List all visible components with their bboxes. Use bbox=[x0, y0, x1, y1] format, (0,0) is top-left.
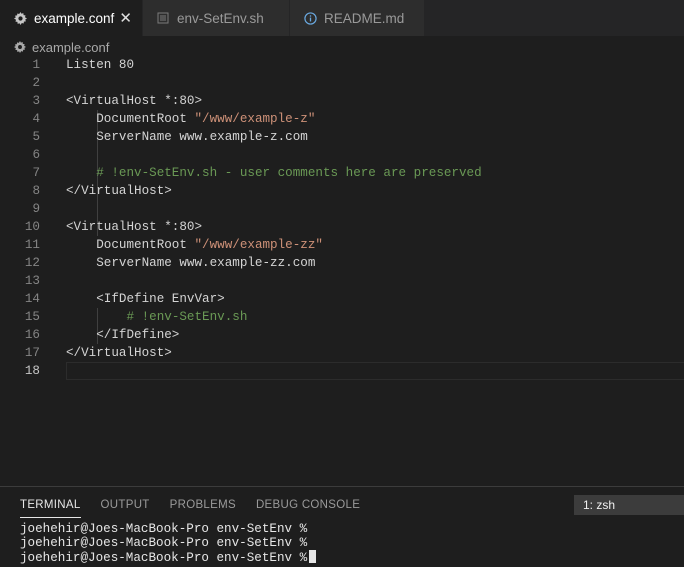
code-text: ServerName www.example-zz.com bbox=[66, 254, 315, 272]
tab-label: example.conf bbox=[34, 10, 115, 26]
code-text: # !env-SetEnv.sh bbox=[66, 308, 247, 326]
line-number: 8 bbox=[32, 184, 40, 198]
terminal-prompt: joehehir@Joes-MacBook-Pro env-SetEnv % bbox=[20, 551, 308, 565]
code-string: "/www/example-zz" bbox=[194, 238, 323, 252]
code-plain: DocumentRoot bbox=[66, 238, 195, 252]
line-number: 3 bbox=[32, 94, 40, 108]
code-editor[interactable]: 1 Listen 80 2 3 <VirtualHost *:80> 4 Document… bbox=[0, 56, 684, 486]
code-line[interactable]: 12 ServerName www.example-zz.com bbox=[0, 254, 684, 272]
info-icon bbox=[302, 10, 318, 26]
code-plain: Listen 80 bbox=[66, 58, 135, 72]
line-number: 2 bbox=[32, 76, 40, 90]
code-text: <IfDefine EnvVar> bbox=[66, 290, 225, 308]
code-line[interactable]: 11 DocumentRoot "/www/example-zz" bbox=[0, 236, 684, 254]
terminal-panel: TERMINAL OUTPUT PROBLEMS DEBUG CONSOLE 1… bbox=[0, 486, 684, 567]
code-text: </IfDefine> bbox=[66, 326, 179, 344]
code-line[interactable]: 6 bbox=[0, 146, 684, 164]
code-plain bbox=[66, 166, 96, 180]
code-text: Listen 80 bbox=[66, 56, 134, 74]
tab-label: env-SetEnv.sh bbox=[177, 10, 264, 26]
code-plain: DocumentRoot bbox=[66, 112, 195, 126]
line-number: 15 bbox=[24, 310, 40, 324]
line-number: 16 bbox=[24, 328, 40, 342]
code-plain: </IfDefine> bbox=[66, 328, 180, 342]
code-line[interactable]: 15 # !env-SetEnv.sh bbox=[0, 308, 684, 326]
current-line-highlight bbox=[66, 362, 684, 380]
code-plain: <VirtualHost *:80> bbox=[66, 94, 203, 108]
code-line[interactable]: 16 </IfDefine> bbox=[0, 326, 684, 344]
tab-problems[interactable]: PROBLEMS bbox=[170, 487, 236, 523]
code-line[interactable]: 4 DocumentRoot "/www/example-z" bbox=[0, 110, 684, 128]
code-line[interactable]: 14 <IfDefine EnvVar> bbox=[0, 290, 684, 308]
line-number: 12 bbox=[24, 256, 40, 270]
line-number: 7 bbox=[32, 166, 40, 180]
code-line[interactable]: 7 # !env-SetEnv.sh - user comments here … bbox=[0, 164, 684, 182]
code-plain: ServerName www.example-zz.com bbox=[66, 256, 316, 270]
line-number: 6 bbox=[32, 148, 40, 162]
code-text: </VirtualHost> bbox=[66, 182, 172, 200]
code-text: <VirtualHost *:80> bbox=[66, 218, 202, 236]
terminal-line-active[interactable]: joehehir@Joes-MacBook-Pro env-SetEnv % bbox=[20, 550, 317, 565]
tab-output[interactable]: OUTPUT bbox=[101, 487, 150, 523]
line-number: 13 bbox=[24, 274, 40, 288]
line-number: 14 bbox=[24, 292, 40, 306]
code-line[interactable]: 10 <VirtualHost *:80> bbox=[0, 218, 684, 236]
code-line[interactable]: 18 bbox=[0, 362, 684, 380]
terminal-line: joehehir@Joes-MacBook-Pro env-SetEnv % bbox=[20, 536, 308, 550]
code-plain: <IfDefine EnvVar> bbox=[66, 292, 225, 306]
line-number: 4 bbox=[32, 112, 40, 126]
line-number: 17 bbox=[24, 346, 40, 360]
code-plain: </VirtualHost> bbox=[66, 346, 172, 360]
code-line[interactable]: 17 </VirtualHost> bbox=[0, 344, 684, 362]
code-string: "/www/example-z" bbox=[194, 112, 316, 126]
tab-terminal[interactable]: TERMINAL bbox=[20, 487, 81, 523]
code-line[interactable]: 2 bbox=[0, 74, 684, 92]
line-number: 1 bbox=[32, 58, 40, 72]
file-lines-icon bbox=[155, 10, 171, 26]
line-number: 5 bbox=[32, 130, 40, 144]
shell-select[interactable]: 1: zsh bbox=[574, 495, 684, 515]
terminal-cursor bbox=[309, 550, 317, 563]
code-line[interactable]: 9 bbox=[0, 200, 684, 218]
line-number: 9 bbox=[32, 202, 40, 216]
tab-env-setenv-sh[interactable]: env-SetEnv.sh bbox=[143, 0, 290, 36]
code-plain: </VirtualHost> bbox=[66, 184, 172, 198]
panel-tabs: TERMINAL OUTPUT PROBLEMS DEBUG CONSOLE bbox=[0, 487, 360, 523]
tab-bar: example.conf ✕ env-SetEnv.sh README.md bbox=[0, 0, 684, 36]
code-text: </VirtualHost> bbox=[66, 344, 172, 362]
breadcrumb-file[interactable]: example.conf bbox=[32, 40, 109, 55]
code-plain: ServerName www.example-z.com bbox=[66, 130, 308, 144]
line-number: 18 bbox=[24, 364, 40, 378]
gear-icon bbox=[12, 10, 28, 26]
code-line[interactable]: 8 </VirtualHost> bbox=[0, 182, 684, 200]
breadcrumb[interactable]: example.conf bbox=[0, 36, 684, 58]
line-number: 11 bbox=[24, 238, 40, 252]
tab-label: README.md bbox=[324, 10, 405, 26]
code-text: DocumentRoot "/www/example-zz" bbox=[66, 236, 323, 254]
code-comment: # !env-SetEnv.sh bbox=[126, 310, 248, 324]
code-plain bbox=[66, 310, 126, 324]
tab-readme-md[interactable]: README.md bbox=[290, 0, 425, 36]
code-text: ServerName www.example-z.com bbox=[66, 128, 308, 146]
terminal-line: joehehir@Joes-MacBook-Pro env-SetEnv % bbox=[20, 522, 308, 536]
code-plain: <VirtualHost *:80> bbox=[66, 220, 203, 234]
line-number: 10 bbox=[24, 220, 40, 234]
code-text: DocumentRoot "/www/example-z" bbox=[66, 110, 315, 128]
code-line[interactable]: 3 <VirtualHost *:80> bbox=[0, 92, 684, 110]
code-line[interactable]: 13 bbox=[0, 272, 684, 290]
tab-debug-console[interactable]: DEBUG CONSOLE bbox=[256, 487, 360, 523]
code-line[interactable]: 1 Listen 80 bbox=[0, 56, 684, 74]
tab-example-conf[interactable]: example.conf ✕ bbox=[0, 0, 143, 36]
code-text: # !env-SetEnv.sh - user comments here ar… bbox=[66, 164, 482, 182]
close-icon[interactable]: ✕ bbox=[119, 9, 132, 27]
code-line[interactable]: 5 ServerName www.example-z.com bbox=[0, 128, 684, 146]
gear-icon bbox=[14, 41, 26, 53]
code-text: <VirtualHost *:80> bbox=[66, 92, 202, 110]
code-comment: # !env-SetEnv.sh - user comments here ar… bbox=[96, 166, 482, 180]
